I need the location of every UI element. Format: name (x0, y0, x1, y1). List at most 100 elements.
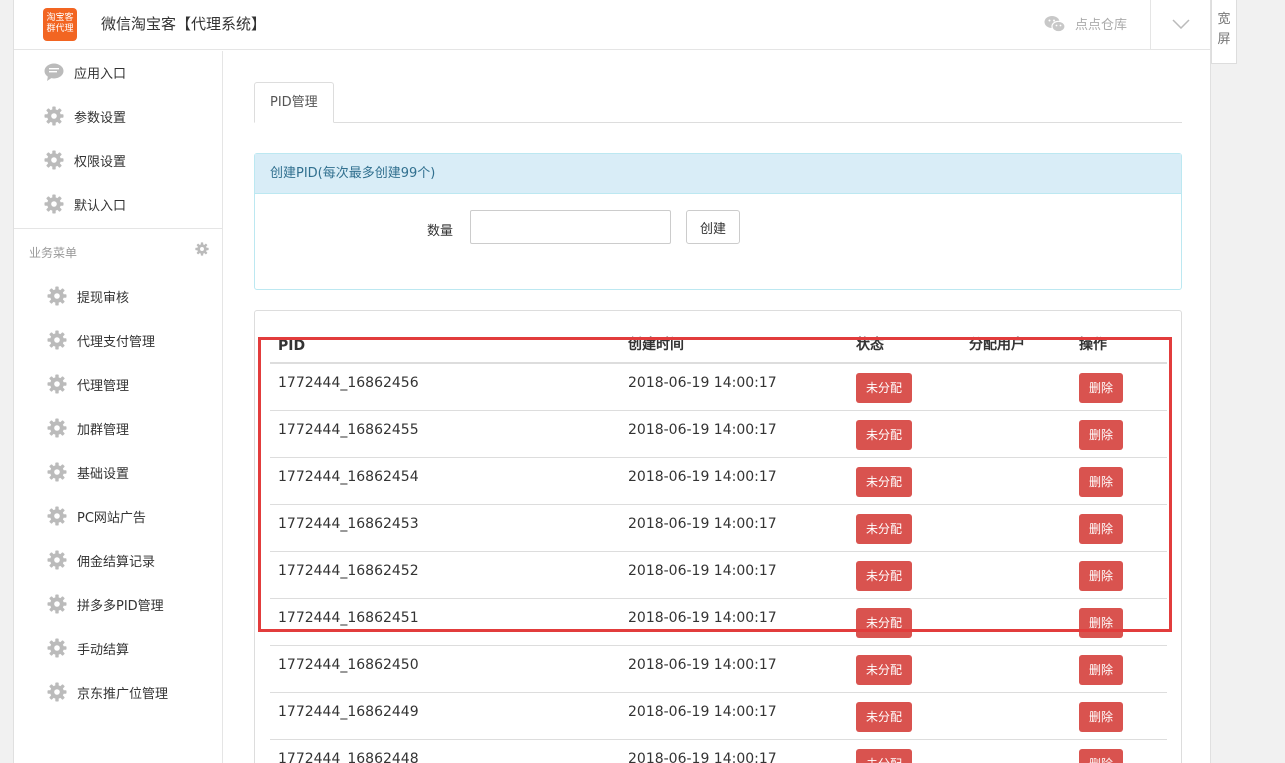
created-time-cell: 2018-06-19 14:00:17 (620, 644, 848, 692)
sidebar-item-agent-management[interactable]: 代理管理 (47, 372, 129, 396)
sidebar-item-label: 手动结算 (77, 642, 130, 658)
sidebar-item-label: 拼多多PID管理 (77, 598, 164, 614)
assigned-user-cell (961, 597, 1071, 645)
status-unassigned-button[interactable]: 未分配 (856, 560, 913, 591)
delete-button[interactable]: 删除 (1079, 513, 1124, 544)
user-menu-toggle[interactable] (1150, 0, 1210, 50)
sidebar-item-label: 权限设置 (74, 154, 127, 170)
created-time-cell: 2018-06-19 14:00:17 (620, 691, 848, 739)
created-time-cell: 2018-06-19 14:00:17 (620, 409, 848, 457)
created-time-cell: 2018-06-19 14:00:17 (620, 503, 848, 551)
wide-screen-button[interactable]: 宽屏 (1211, 0, 1237, 64)
logo-text: 淘宝客群代理 (46, 13, 74, 34)
status-cell: 未分配 (848, 597, 961, 645)
section-settings-icon[interactable] (195, 242, 209, 260)
chat-icon (44, 62, 64, 82)
created-time-cell: 2018-06-19 14:00:17 (620, 362, 848, 410)
sidebar-divider (14, 228, 222, 229)
created-time-cell: 2018-06-19 14:00:17 (620, 738, 848, 763)
status-cell: 未分配 (848, 456, 961, 504)
gear-icon (47, 682, 67, 702)
column-header-action: 操作 (1071, 331, 1167, 364)
delete-button[interactable]: 删除 (1079, 748, 1124, 763)
gear-icon (47, 550, 67, 570)
gear-icon (47, 374, 67, 394)
gear-icon (44, 150, 64, 170)
gear-icon (47, 594, 67, 614)
status-unassigned-button[interactable]: 未分配 (856, 466, 913, 497)
sidebar-item-commission-records[interactable]: 佣金结算记录 (47, 548, 155, 572)
sidebar-item-label: 代理支付管理 (77, 334, 156, 350)
sidebar-item-withdraw-review[interactable]: 提现审核 (47, 284, 129, 308)
action-cell: 删除 (1071, 550, 1167, 598)
status-unassigned-button[interactable]: 未分配 (856, 748, 913, 763)
delete-button[interactable]: 删除 (1079, 419, 1124, 450)
top-bar: 淘宝客群代理 微信淘宝客【代理系统】 点点仓库 (14, 0, 1210, 50)
table-row: 1772444_16862449 2018-06-19 14:00:17 未分配 删除 (270, 691, 1167, 739)
sidebar-item-pdd-pid[interactable]: 拼多多PID管理 (47, 592, 164, 616)
status-unassigned-button[interactable]: 未分配 (856, 419, 913, 450)
pid-cell: 1772444_16862449 (270, 691, 620, 739)
table-row: 1772444_16862451 2018-06-19 14:00:17 未分配 删除 (270, 597, 1167, 645)
app-title: 微信淘宝客【代理系统】 (101, 15, 267, 33)
store-link[interactable]: 点点仓库 (1044, 14, 1127, 33)
gear-icon (44, 106, 64, 126)
create-pid-heading: 创建PID(每次最多创建99个) (255, 154, 1181, 194)
delete-button[interactable]: 删除 (1079, 607, 1124, 638)
assigned-user-cell (961, 362, 1071, 410)
gear-icon (47, 286, 67, 306)
sidebar-item-jd-promotion[interactable]: 京东推广位管理 (47, 680, 168, 704)
delete-button[interactable]: 删除 (1079, 373, 1124, 403)
sidebar-item-default-entry[interactable]: 默认入口 (44, 192, 126, 216)
sidebar-item-label: 佣金结算记录 (77, 554, 156, 570)
gear-icon (47, 506, 67, 526)
column-header-created: 创建时间 (620, 331, 848, 364)
pid-cell: 1772444_16862453 (270, 503, 620, 551)
status-cell: 未分配 (848, 503, 961, 551)
column-header-pid: PID (270, 331, 620, 364)
assigned-user-cell (961, 691, 1071, 739)
status-unassigned-button[interactable]: 未分配 (856, 373, 913, 403)
assigned-user-cell (961, 644, 1071, 692)
sidebar-item-pc-ads[interactable]: PC网站广告 (47, 504, 146, 528)
pid-cell: 1772444_16862450 (270, 644, 620, 692)
table-header-row: PID 创建时间 状态 分配用户 操作 (270, 331, 1167, 364)
sidebar-item-agent-payment[interactable]: 代理支付管理 (47, 328, 155, 352)
sidebar-item-permissions[interactable]: 权限设置 (44, 148, 126, 172)
status-unassigned-button[interactable]: 未分配 (856, 513, 913, 544)
sidebar-item-app-entry[interactable]: 应用入口 (44, 60, 126, 84)
pid-table: PID 创建时间 状态 分配用户 操作 1772444_16862456 2018… (270, 331, 1167, 763)
assigned-user-cell (961, 456, 1071, 504)
action-cell: 删除 (1071, 644, 1167, 692)
quantity-input[interactable] (470, 210, 671, 244)
status-unassigned-button[interactable]: 未分配 (856, 701, 913, 732)
delete-button[interactable]: 删除 (1079, 560, 1124, 591)
action-cell: 删除 (1071, 738, 1167, 763)
sidebar-item-label: 加群管理 (77, 422, 130, 438)
table-row: 1772444_16862453 2018-06-19 14:00:17 未分配 删除 (270, 503, 1167, 551)
status-cell: 未分配 (848, 644, 961, 692)
create-button[interactable]: 创建 (686, 210, 740, 244)
delete-button[interactable]: 删除 (1079, 654, 1124, 685)
tab-pid-management[interactable]: PID管理 (254, 82, 334, 123)
assigned-user-cell (961, 738, 1071, 763)
action-cell: 删除 (1071, 597, 1167, 645)
sidebar-item-params[interactable]: 参数设置 (44, 104, 126, 128)
pid-cell: 1772444_16862454 (270, 456, 620, 504)
gear-icon (47, 462, 67, 482)
sidebar-item-basic-settings[interactable]: 基础设置 (47, 460, 129, 484)
gear-icon (47, 330, 67, 350)
tab-bar: PID管理 (254, 82, 1182, 123)
status-cell: 未分配 (848, 409, 961, 457)
delete-button[interactable]: 删除 (1079, 701, 1124, 732)
delete-button[interactable]: 删除 (1079, 466, 1124, 497)
status-unassigned-button[interactable]: 未分配 (856, 654, 913, 685)
pid-cell: 1772444_16862456 (270, 362, 620, 410)
app-logo[interactable]: 淘宝客群代理 (43, 8, 77, 41)
sidebar-item-group-management[interactable]: 加群管理 (47, 416, 129, 440)
table-row: 1772444_16862456 2018-06-19 14:00:17 未分配 删除 (270, 362, 1167, 410)
wechat-icon (1044, 15, 1066, 33)
pid-list-panel: PID 创建时间 状态 分配用户 操作 1772444_16862456 2018… (254, 310, 1182, 763)
status-unassigned-button[interactable]: 未分配 (856, 607, 913, 638)
sidebar-item-manual-settlement[interactable]: 手动结算 (47, 636, 129, 660)
